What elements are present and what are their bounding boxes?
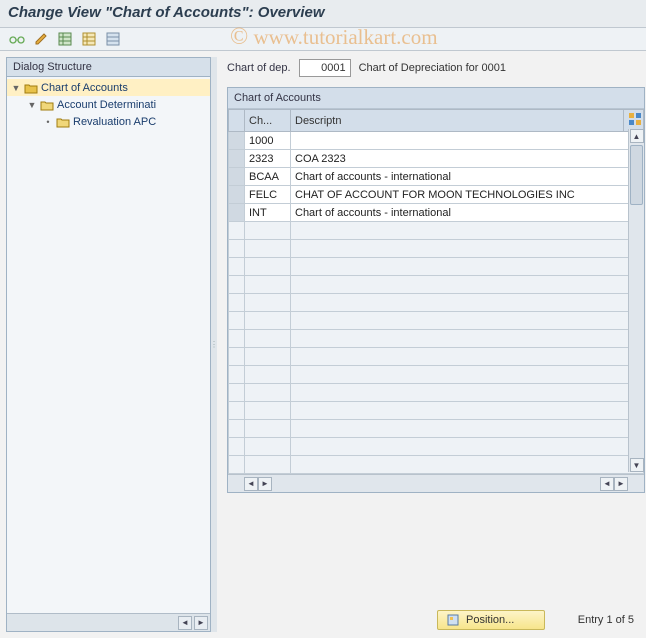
- group-title: Chart of Accounts: [228, 88, 644, 109]
- table-row-empty: [229, 312, 644, 330]
- scroll-right-icon[interactable]: ►: [194, 616, 208, 630]
- col-ch[interactable]: Ch...: [245, 110, 291, 132]
- toolbar-grid-new-icon[interactable]: [56, 31, 74, 47]
- cell-ch[interactable]: BCAA: [245, 168, 291, 186]
- chart-of-accounts-group: Chart of Accounts Ch... Descriptn 10: [227, 87, 645, 493]
- table-row-empty: [229, 438, 644, 456]
- cell-ch[interactable]: FELC: [245, 186, 291, 204]
- col-desc[interactable]: Descriptn: [291, 110, 624, 132]
- table-row-empty: [229, 348, 644, 366]
- hscroll-left-2-icon[interactable]: ◄: [600, 477, 614, 491]
- toolbar-pencil-icon[interactable]: [32, 31, 50, 47]
- cell-desc[interactable]: Chart of accounts - international: [291, 204, 644, 222]
- content-pane: Chart of dep. Chart of Depreciation for …: [217, 51, 646, 638]
- tree-node[interactable]: • Revaluation APC: [7, 113, 210, 130]
- cell-desc[interactable]: COA 2323: [291, 150, 644, 168]
- dialog-structure-header: Dialog Structure: [7, 58, 210, 77]
- dialog-structure-pane: Dialog Structure ▼ Chart of Accounts ▼ Acco…: [6, 57, 211, 632]
- table-row[interactable]: INTChart of accounts - international: [229, 204, 644, 222]
- chart-of-dep-label: Chart of dep.: [227, 62, 291, 74]
- position-button[interactable]: Position...: [437, 610, 545, 630]
- row-selector[interactable]: [229, 168, 245, 186]
- position-button-label: Position...: [466, 614, 514, 626]
- chart-of-dep-desc: Chart of Depreciation for 0001: [359, 62, 506, 74]
- row-selector[interactable]: [229, 186, 245, 204]
- row-selector[interactable]: [229, 150, 245, 168]
- title-bar: Change View "Chart of Accounts": Overvie…: [0, 0, 646, 28]
- collapse-icon[interactable]: ▼: [27, 100, 37, 110]
- left-pane-scrollbar: ◄ ►: [7, 613, 210, 631]
- table-row[interactable]: BCAAChart of accounts - international: [229, 168, 644, 186]
- table-row-empty: [229, 330, 644, 348]
- cell-desc[interactable]: [291, 132, 644, 150]
- accounts-table: Ch... Descriptn 10002323COA 2323BCAAChar…: [228, 109, 644, 474]
- tree-node-label: Chart of Accounts: [41, 82, 128, 94]
- table-row-empty: [229, 294, 644, 312]
- table-row[interactable]: 2323COA 2323: [229, 150, 644, 168]
- table-row-empty: [229, 276, 644, 294]
- table-row-empty: [229, 240, 644, 258]
- chart-of-dep-row: Chart of dep. Chart of Depreciation for …: [227, 59, 640, 77]
- table-row-empty: [229, 456, 644, 474]
- cell-desc[interactable]: Chart of accounts - international: [291, 168, 644, 186]
- scroll-left-icon[interactable]: ◄: [178, 616, 192, 630]
- cell-desc[interactable]: CHAT OF ACCOUNT FOR MOON TECHNOLOGIES IN…: [291, 186, 644, 204]
- tree-node[interactable]: ▼ Account Determinati: [7, 96, 210, 113]
- col-select[interactable]: [229, 110, 245, 132]
- table-row-empty: [229, 258, 644, 276]
- table-row-empty: [229, 222, 644, 240]
- cell-ch[interactable]: INT: [245, 204, 291, 222]
- toolbar-grid-list-icon[interactable]: [104, 31, 122, 47]
- table-wrap: Ch... Descriptn 10002323COA 2323BCAAChar…: [228, 109, 644, 492]
- table-vertical-scrollbar[interactable]: ▲ ▼: [628, 129, 644, 472]
- hscroll-right-1-icon[interactable]: ►: [258, 477, 272, 491]
- toolbar: [0, 28, 646, 51]
- folder-open-icon: [24, 82, 38, 94]
- scroll-up-icon[interactable]: ▲: [630, 129, 644, 143]
- footer-bar: Position... Entry 1 of 5: [217, 610, 646, 630]
- folder-closed-icon: [56, 116, 70, 128]
- collapse-icon[interactable]: ▼: [11, 83, 21, 93]
- toolbar-glasses-icon[interactable]: [8, 31, 26, 47]
- expand-icon[interactable]: •: [43, 117, 53, 127]
- toolbar-grid-open-icon[interactable]: [80, 31, 98, 47]
- table-row[interactable]: FELCCHAT OF ACCOUNT FOR MOON TECHNOLOGIE…: [229, 186, 644, 204]
- table-horizontal-scrollbar: ◄ ► ◄ ►: [228, 474, 644, 492]
- entry-count: Entry 1 of 5: [578, 614, 634, 626]
- table-row-empty: [229, 420, 644, 438]
- hscroll-right-2-icon[interactable]: ►: [614, 477, 628, 491]
- row-selector[interactable]: [229, 204, 245, 222]
- chart-of-dep-input[interactable]: [299, 59, 351, 77]
- row-selector[interactable]: [229, 132, 245, 150]
- tree-node[interactable]: ▼ Chart of Accounts: [7, 79, 210, 96]
- cell-ch[interactable]: 2323: [245, 150, 291, 168]
- cell-ch[interactable]: 1000: [245, 132, 291, 150]
- table-row-empty: [229, 402, 644, 420]
- table-row-empty: [229, 366, 644, 384]
- tree-node-label: Account Determinati: [57, 99, 156, 111]
- dialog-structure-tree: ▼ Chart of Accounts ▼ Account Determinati • R…: [7, 77, 210, 613]
- table-row-empty: [229, 384, 644, 402]
- tree-node-label: Revaluation APC: [73, 116, 156, 128]
- hscroll-left-1-icon[interactable]: ◄: [244, 477, 258, 491]
- table-row[interactable]: 1000: [229, 132, 644, 150]
- page-title: Change View "Chart of Accounts": Overvie…: [8, 4, 638, 21]
- scroll-down-icon[interactable]: ▼: [630, 458, 644, 472]
- folder-closed-icon: [40, 99, 54, 111]
